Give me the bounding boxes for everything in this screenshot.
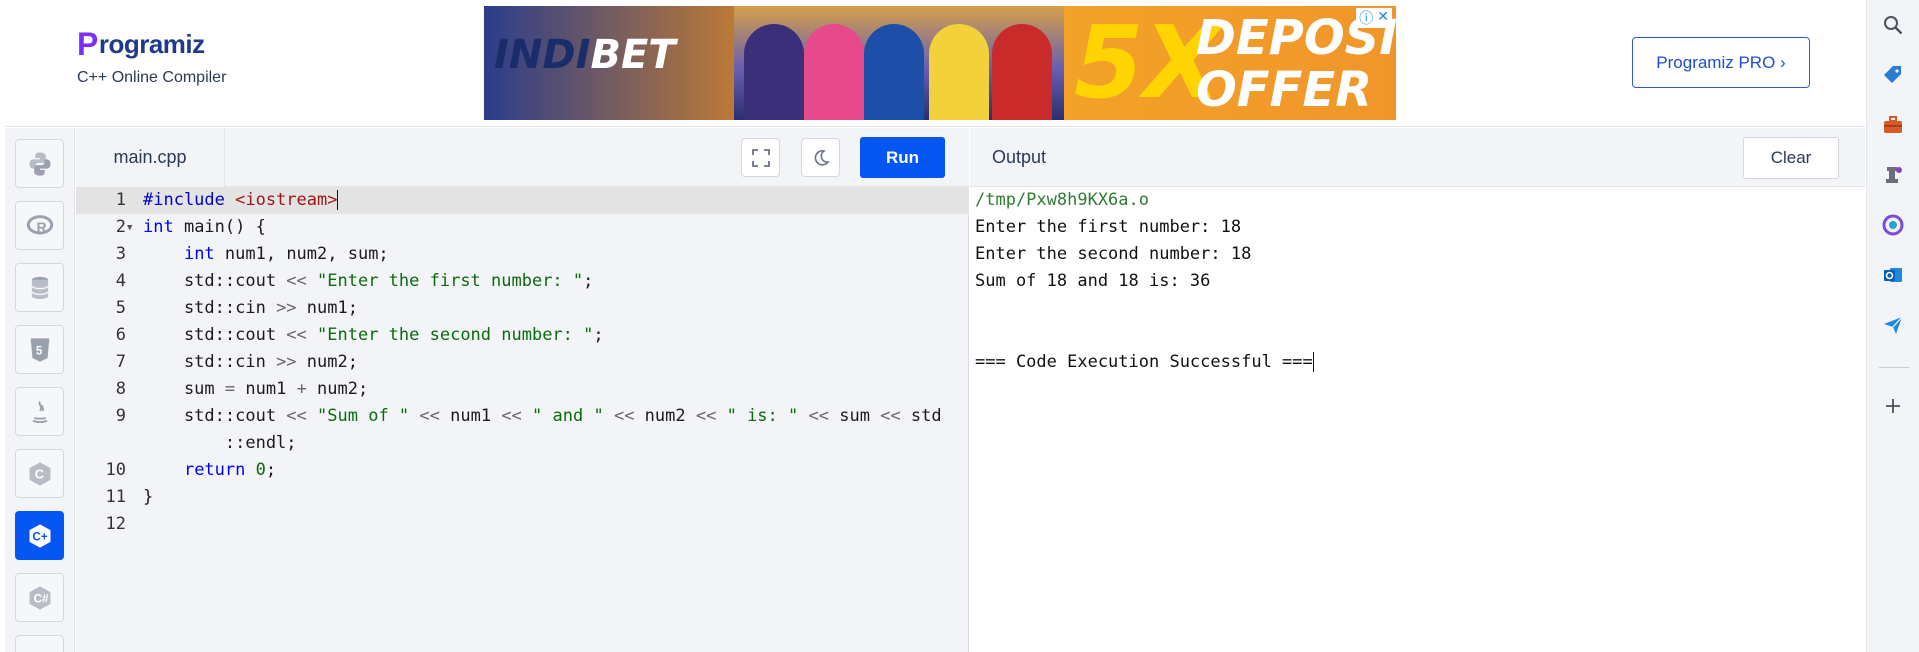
output-caret	[1312, 352, 1314, 372]
code-line-4: std::cout << "Enter the first number: ";	[143, 271, 594, 291]
output-title: Output	[992, 147, 1047, 167]
code-line-9-wrap: ::endl;	[143, 433, 297, 453]
file-tab-main-cpp[interactable]: main.cpp	[76, 128, 225, 187]
line-number: 6	[115, 325, 126, 345]
ad-players-image	[734, 6, 1064, 120]
code-line-6: std::cout << "Enter the second number: "…	[143, 325, 604, 345]
line-number: 7	[115, 352, 126, 372]
svg-text:C#: C#	[33, 592, 48, 605]
fullscreen-icon	[751, 148, 770, 167]
code-line-3: int num1, num2, sum;	[183, 244, 389, 264]
language-sidebar: R 5 C C+ C#	[5, 128, 75, 652]
programiz-pro-button[interactable]: Programiz PRO ›	[1632, 37, 1810, 88]
code-line-9: std::cout << "Sum of " << num1 << " and …	[143, 406, 942, 426]
svg-text:R: R	[36, 218, 46, 234]
header: Programiz C++ Online Compiler INDIBET 5X…	[5, 0, 1865, 127]
code-line-2: int main() {	[143, 217, 266, 237]
output-toolbar: Output Clear	[970, 128, 1865, 187]
line-number: 9	[115, 406, 126, 426]
ad-offer-line2: OFFER	[1196, 62, 1373, 118]
cpp-icon[interactable]: C+	[15, 511, 64, 560]
ad-player	[804, 24, 864, 120]
browser-sidebar	[1866, 0, 1919, 652]
csharp-icon[interactable]: C#	[15, 573, 64, 622]
ad-brand-right: BET	[590, 32, 676, 78]
ad-brand-left: INDI	[494, 32, 591, 78]
ad-banner[interactable]: INDIBET 5X DEPOSIT OFFER ⓘ ✕	[484, 6, 1396, 120]
output-panel[interactable]: /tmp/Pxw8h9KX6a.o Enter the first number…	[970, 187, 1865, 652]
ad-player	[864, 24, 924, 120]
fold-arrow-icon[interactable]: ▼	[127, 223, 132, 233]
fullscreen-button[interactable]	[741, 138, 780, 177]
line-number: 5	[115, 298, 126, 318]
code-line-5: std::cin >> num1;	[143, 298, 358, 318]
line-number: 4	[115, 271, 126, 291]
code-line-10: return 0;	[183, 460, 277, 480]
code-line-7: std::cin >> num2;	[143, 352, 358, 372]
copilot-icon[interactable]	[1880, 212, 1906, 238]
search-icon[interactable]	[1880, 12, 1906, 38]
ad-player	[744, 24, 804, 120]
java-icon[interactable]	[15, 387, 64, 436]
svg-text:C+: C+	[32, 530, 47, 543]
line-number: 8	[115, 379, 126, 399]
tag-icon[interactable]	[1880, 62, 1906, 88]
logo-p-glyph: P	[77, 26, 98, 62]
chess-icon[interactable]	[1880, 162, 1906, 188]
outlook-icon[interactable]	[1880, 262, 1906, 288]
code-line-1: #include <iostream>	[143, 190, 339, 210]
moon-icon	[814, 149, 830, 166]
brand[interactable]: Programiz C++ Online Compiler	[77, 26, 226, 87]
svg-text:5: 5	[35, 344, 42, 357]
clear-button[interactable]: Clear	[1743, 137, 1839, 179]
output-line: Enter the second number: 18	[975, 244, 1252, 264]
logo-text: rogramiz	[98, 29, 205, 59]
c-icon[interactable]: C	[15, 449, 64, 498]
line-number: 1	[115, 190, 126, 210]
sql-icon[interactable]	[15, 263, 64, 312]
page: Programiz C++ Online Compiler INDIBET 5X…	[0, 0, 1919, 652]
run-button[interactable]: Run	[860, 137, 945, 178]
programiz-logo[interactable]: Programiz	[77, 26, 226, 63]
code-editor[interactable]: 1 2 ▼ 3 4 5 6 7 8 9 10 11 12 #include <i…	[76, 187, 969, 652]
ad-info-icon[interactable]: ⓘ	[1359, 8, 1373, 28]
ad-close-icon[interactable]: ✕	[1377, 8, 1389, 28]
dark-mode-button[interactable]	[801, 138, 840, 177]
output-line: Enter the first number: 18	[975, 217, 1242, 237]
r-icon[interactable]: R	[15, 201, 64, 250]
code-line-8: sum = num1 + num2;	[143, 379, 369, 399]
python-icon[interactable]	[15, 139, 64, 188]
line-number: 2	[115, 217, 126, 237]
toolbox-icon[interactable]	[1880, 112, 1906, 138]
ad-brand-text: INDIBET	[494, 32, 676, 78]
editor-toolbar: main.cpp Run	[76, 128, 969, 187]
html5-icon[interactable]: 5	[15, 325, 64, 374]
code-line-11: }	[143, 487, 154, 507]
send-icon[interactable]	[1880, 312, 1906, 338]
add-icon[interactable]	[1880, 393, 1906, 419]
output-success-text: === Code Execution Successful ===	[975, 352, 1313, 372]
compiler-subtitle: C++ Online Compiler	[77, 69, 227, 86]
line-gutter: 1 2 ▼ 3 4 5 6 7 8 9 10 11 12	[76, 187, 138, 652]
sidebar-divider	[1879, 367, 1909, 368]
ad-player	[929, 24, 989, 120]
output-line: === Code Execution Successful ===	[975, 349, 1314, 376]
ad-player	[992, 24, 1052, 120]
line-number: 12	[105, 514, 126, 534]
more-language-icon[interactable]	[15, 635, 64, 652]
svg-text:C: C	[34, 466, 43, 481]
line-number: 10	[105, 460, 126, 480]
ad-controls: ⓘ ✕	[1356, 8, 1392, 28]
line-number: 3	[115, 244, 126, 264]
output-line: /tmp/Pxw8h9KX6a.o	[975, 190, 1149, 210]
line-number: 11	[105, 487, 126, 507]
output-line: Sum of 18 and 18 is: 36	[975, 271, 1211, 291]
